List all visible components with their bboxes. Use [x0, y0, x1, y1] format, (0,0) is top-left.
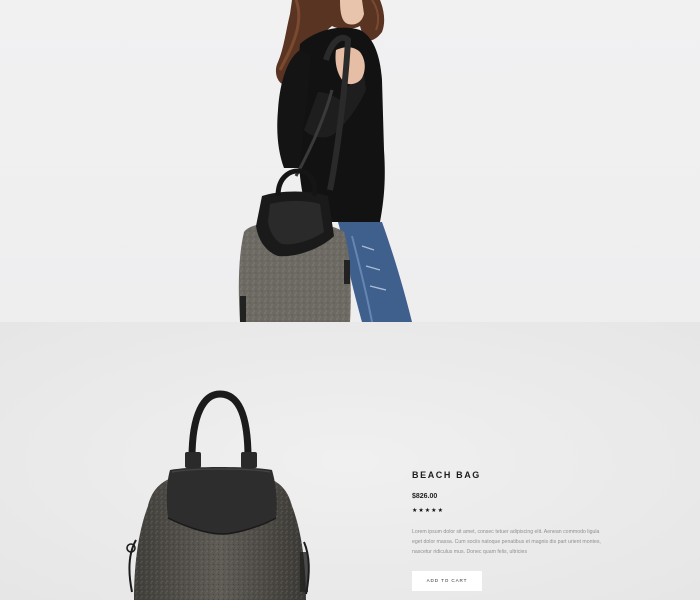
star-icon: ★ — [424, 507, 431, 514]
product-description: Lorem ipsum dolor sit amet, consec tetue… — [412, 529, 601, 555]
star-icon: ★ — [437, 507, 443, 514]
product-title: BEACH BAG — [412, 470, 481, 480]
product-rating: ★ ★ ★ ★ ★ — [412, 507, 622, 515]
product-detail-section: BEACH BAG $826.00 ★ ★ ★ ★ ★ Lorem ipsum … — [0, 322, 700, 600]
star-icon: ★ — [412, 507, 418, 514]
add-to-cart-button[interactable]: ADD TO CART — [412, 571, 482, 591]
hero-lifestyle-image — [0, 0, 700, 322]
star-icon: ★ — [418, 507, 424, 514]
model-with-backpack-illustration — [238, 0, 412, 322]
product-info-panel: BEACH BAG $826.00 ★ ★ ★ ★ ★ Lorem ipsum … — [412, 470, 622, 591]
product-price: $826.00 — [412, 493, 438, 500]
product-page: BEACH BAG $826.00 ★ ★ ★ ★ ★ Lorem ipsum … — [0, 0, 700, 600]
star-icon: ★ — [431, 507, 437, 514]
